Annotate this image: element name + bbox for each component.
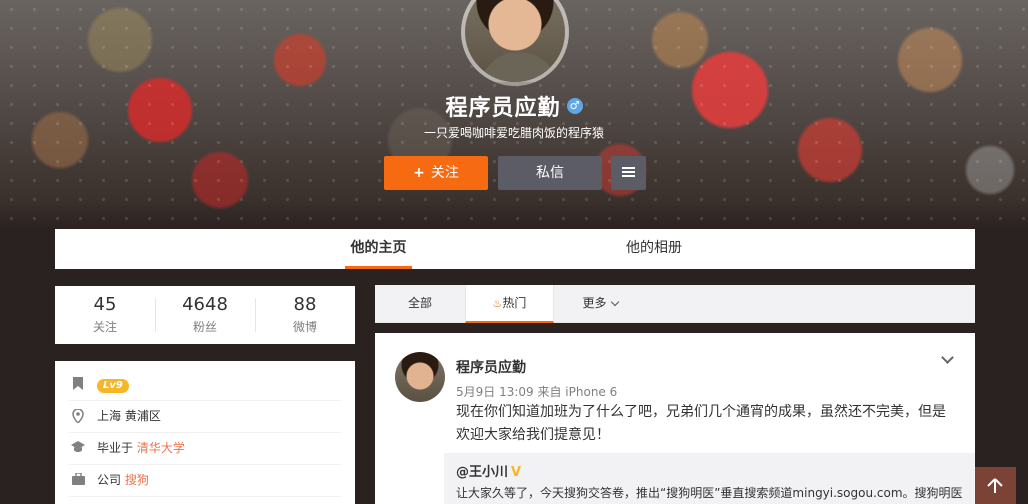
company-prefix: 公司 (97, 473, 122, 487)
stat-posts[interactable]: 88 微博 (255, 294, 355, 335)
profile-name-row: 程序员应勤 ♂ (0, 90, 1028, 122)
stat-number: 88 (293, 294, 317, 315)
profile-bio: 一只爱喝咖啡爱吃腊肉饭的程序猿 (423, 126, 604, 140)
info-row-company: 公司 搜狗 (69, 465, 341, 497)
repost-text: 让大家久等了，今天搜狗交答卷，推出“搜狗明医”垂直搜索频道mingyi.sogo… (456, 486, 963, 500)
back-to-top-button[interactable] (975, 467, 1016, 504)
company-link[interactable]: 搜狗 (125, 473, 149, 487)
flame-icon: ♨ (492, 297, 503, 310)
info-row-level: Lv9 (69, 369, 341, 401)
follow-button[interactable]: + 关注 (384, 156, 488, 190)
tab-home[interactable]: 他的主页 (345, 229, 412, 269)
tab-album[interactable]: 他的相册 (619, 229, 689, 269)
follow-label: 关注 (430, 165, 459, 181)
level-badge[interactable]: Lv9 (97, 379, 129, 393)
verified-badge-icon: V (511, 465, 522, 480)
chevron-down-icon (610, 297, 619, 307)
school-link[interactable]: 清华大学 (137, 441, 185, 455)
stat-number: 4648 (182, 294, 228, 315)
stats-panel: 45 关注 4648 粉丝 88 微博 (55, 286, 355, 344)
arrow-up-icon (987, 478, 1003, 493)
post-card: 程序员应勤 5月9日 13:09 来自 iPhone 6 现在你们知道加班为了什… (375, 333, 975, 504)
post-avatar[interactable] (395, 352, 445, 402)
info-row-location: 上海 黄浦区 (69, 401, 341, 433)
feed-tab-more-label: 更多 (582, 296, 607, 310)
info-row-education: 毕业于 清华大学 (69, 433, 341, 465)
repost-block[interactable]: @王小川 V 让大家久等了，今天搜狗交答卷，推出“搜狗明医”垂直搜索频道mingy… (444, 453, 975, 504)
post-username[interactable]: 程序员应勤 (456, 357, 526, 377)
menu-icon (622, 167, 635, 178)
profile-tabbar: 他的主页 他的相册 (55, 229, 975, 269)
stat-label: 关注 (92, 320, 117, 334)
briefcase-icon (71, 472, 85, 487)
graduation-cap-icon (71, 441, 85, 455)
post-meta[interactable]: 5月9日 13:09 来自 iPhone 6 (456, 383, 617, 400)
stat-following[interactable]: 45 关注 (55, 294, 155, 335)
education-prefix: 毕业于 (97, 441, 134, 455)
stat-label: 微博 (292, 320, 317, 334)
location-text: 上海 黄浦区 (97, 409, 161, 423)
stat-label: 粉丝 (192, 320, 217, 334)
stat-number: 45 (93, 294, 117, 315)
post-text: 现在你们知道加班为了什么了吧，兄弟们几个通宵的成果，虽然还不完美，但是欢迎大家给… (456, 404, 946, 443)
message-button[interactable]: 私信 (498, 156, 602, 190)
male-icon: ♂ (566, 98, 583, 114)
plus-icon: + (413, 165, 425, 181)
feed-tab-hot[interactable]: ♨热门 (465, 285, 554, 323)
profile-info-panel: Lv9 上海 黄浦区 毕业于 清华大学 公司 搜狗 (55, 361, 355, 504)
repost-username[interactable]: @王小川 (456, 465, 508, 480)
feed-tab-hot-label: 热门 (502, 296, 527, 310)
feed-tab-more[interactable]: 更多 (565, 285, 635, 323)
chevron-down-icon[interactable] (941, 351, 954, 364)
location-pin-icon (71, 408, 85, 425)
feed-tabs: 全部 ♨热门 更多 (375, 285, 975, 323)
more-menu-button[interactable] (611, 156, 646, 190)
profile-name[interactable]: 程序员应勤 (445, 96, 560, 121)
stat-followers[interactable]: 4648 粉丝 (155, 294, 255, 335)
bookmark-icon (71, 377, 85, 391)
feed-tab-all[interactable]: 全部 (375, 285, 465, 323)
